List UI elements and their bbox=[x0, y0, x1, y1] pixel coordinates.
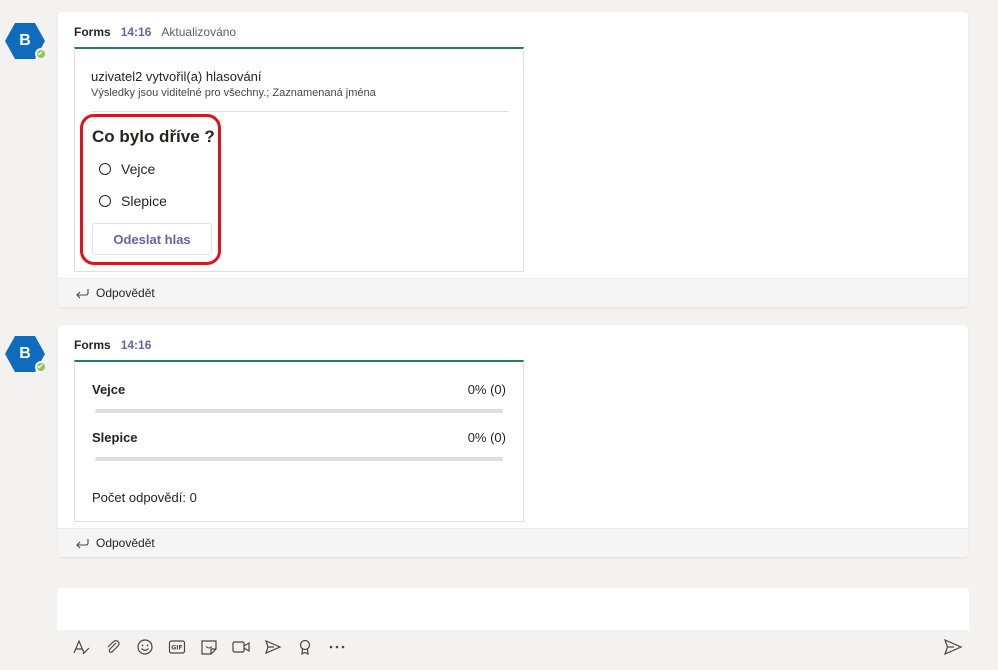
sender-name[interactable]: Forms bbox=[74, 25, 111, 39]
poll-question: Co bylo dříve ? bbox=[92, 127, 215, 146]
result-option: Vejce bbox=[92, 382, 126, 397]
attach-icon[interactable] bbox=[102, 636, 124, 658]
compose-toolbar: GIF bbox=[70, 636, 358, 658]
poll-option-label: Slepice bbox=[121, 193, 167, 209]
svg-text:GIF: GIF bbox=[171, 645, 182, 652]
reply-bar[interactable]: Odpovědět bbox=[58, 528, 968, 557]
sender-name[interactable]: Forms bbox=[74, 338, 111, 352]
sticker-icon[interactable] bbox=[198, 636, 220, 658]
result-bar-track bbox=[95, 409, 503, 413]
reply-bar[interactable]: Odpovědět bbox=[58, 278, 968, 307]
result-option: Slepice bbox=[92, 430, 138, 445]
poll-results-message: Forms 14:16 Vejce 0% (0) Slepice 0% (0) … bbox=[58, 325, 968, 557]
reply-label[interactable]: Odpovědět bbox=[96, 286, 155, 300]
results-card: Vejce 0% (0) Slepice 0% (0) Počet odpově… bbox=[74, 360, 524, 522]
reply-arrow-icon bbox=[76, 289, 89, 299]
submit-vote-button[interactable]: Odeslat hlas bbox=[92, 223, 212, 255]
message-header: Forms 14:16 Aktualizováno bbox=[74, 25, 236, 39]
meet-now-icon[interactable] bbox=[230, 636, 252, 658]
poll-message: Forms 14:16 Aktualizováno uzivatel2 vytv… bbox=[58, 12, 968, 307]
poll-card: uzivatel2 vytvořil(a) hlasování Výsledky… bbox=[74, 47, 524, 272]
message-compose-box[interactable] bbox=[57, 588, 969, 630]
message-header: Forms 14:16 bbox=[74, 338, 151, 352]
edited-status: Aktualizováno bbox=[161, 25, 237, 39]
avatar[interactable]: B bbox=[4, 20, 47, 62]
presence-available-icon bbox=[35, 48, 47, 60]
message-time: 14:16 bbox=[120, 338, 152, 352]
send-icon[interactable] bbox=[942, 636, 964, 658]
gif-icon[interactable]: GIF bbox=[166, 636, 188, 658]
result-bar-track bbox=[95, 457, 503, 461]
reply-label[interactable]: Odpovědět bbox=[96, 536, 155, 550]
response-count: Počet odpovědí: 0 bbox=[92, 490, 197, 505]
avatar[interactable]: B bbox=[4, 333, 47, 375]
radio-button-icon[interactable] bbox=[99, 195, 111, 207]
poll-option-vejce[interactable]: Vejce bbox=[99, 161, 155, 177]
poll-option-slepice[interactable]: Slepice bbox=[99, 193, 167, 209]
delivery-options-icon[interactable] bbox=[262, 636, 284, 658]
poll-option-label: Vejce bbox=[121, 161, 156, 177]
reply-arrow-icon bbox=[76, 539, 89, 549]
result-percent: 0% (0) bbox=[467, 430, 506, 445]
message-time: 14:16 bbox=[120, 25, 152, 39]
radio-button-icon[interactable] bbox=[99, 163, 111, 175]
praise-icon[interactable] bbox=[294, 636, 316, 658]
result-percent: 0% (0) bbox=[467, 382, 506, 397]
poll-meta-line: Výsledky jsou viditelné pro všechny.; Za… bbox=[91, 87, 376, 99]
divider bbox=[91, 111, 508, 112]
presence-available-icon bbox=[35, 361, 47, 373]
more-options-icon[interactable] bbox=[326, 636, 348, 658]
emoji-icon[interactable] bbox=[134, 636, 156, 658]
poll-creator-line: uzivatel2 vytvořil(a) hlasování bbox=[91, 69, 262, 84]
format-icon[interactable] bbox=[70, 636, 92, 658]
